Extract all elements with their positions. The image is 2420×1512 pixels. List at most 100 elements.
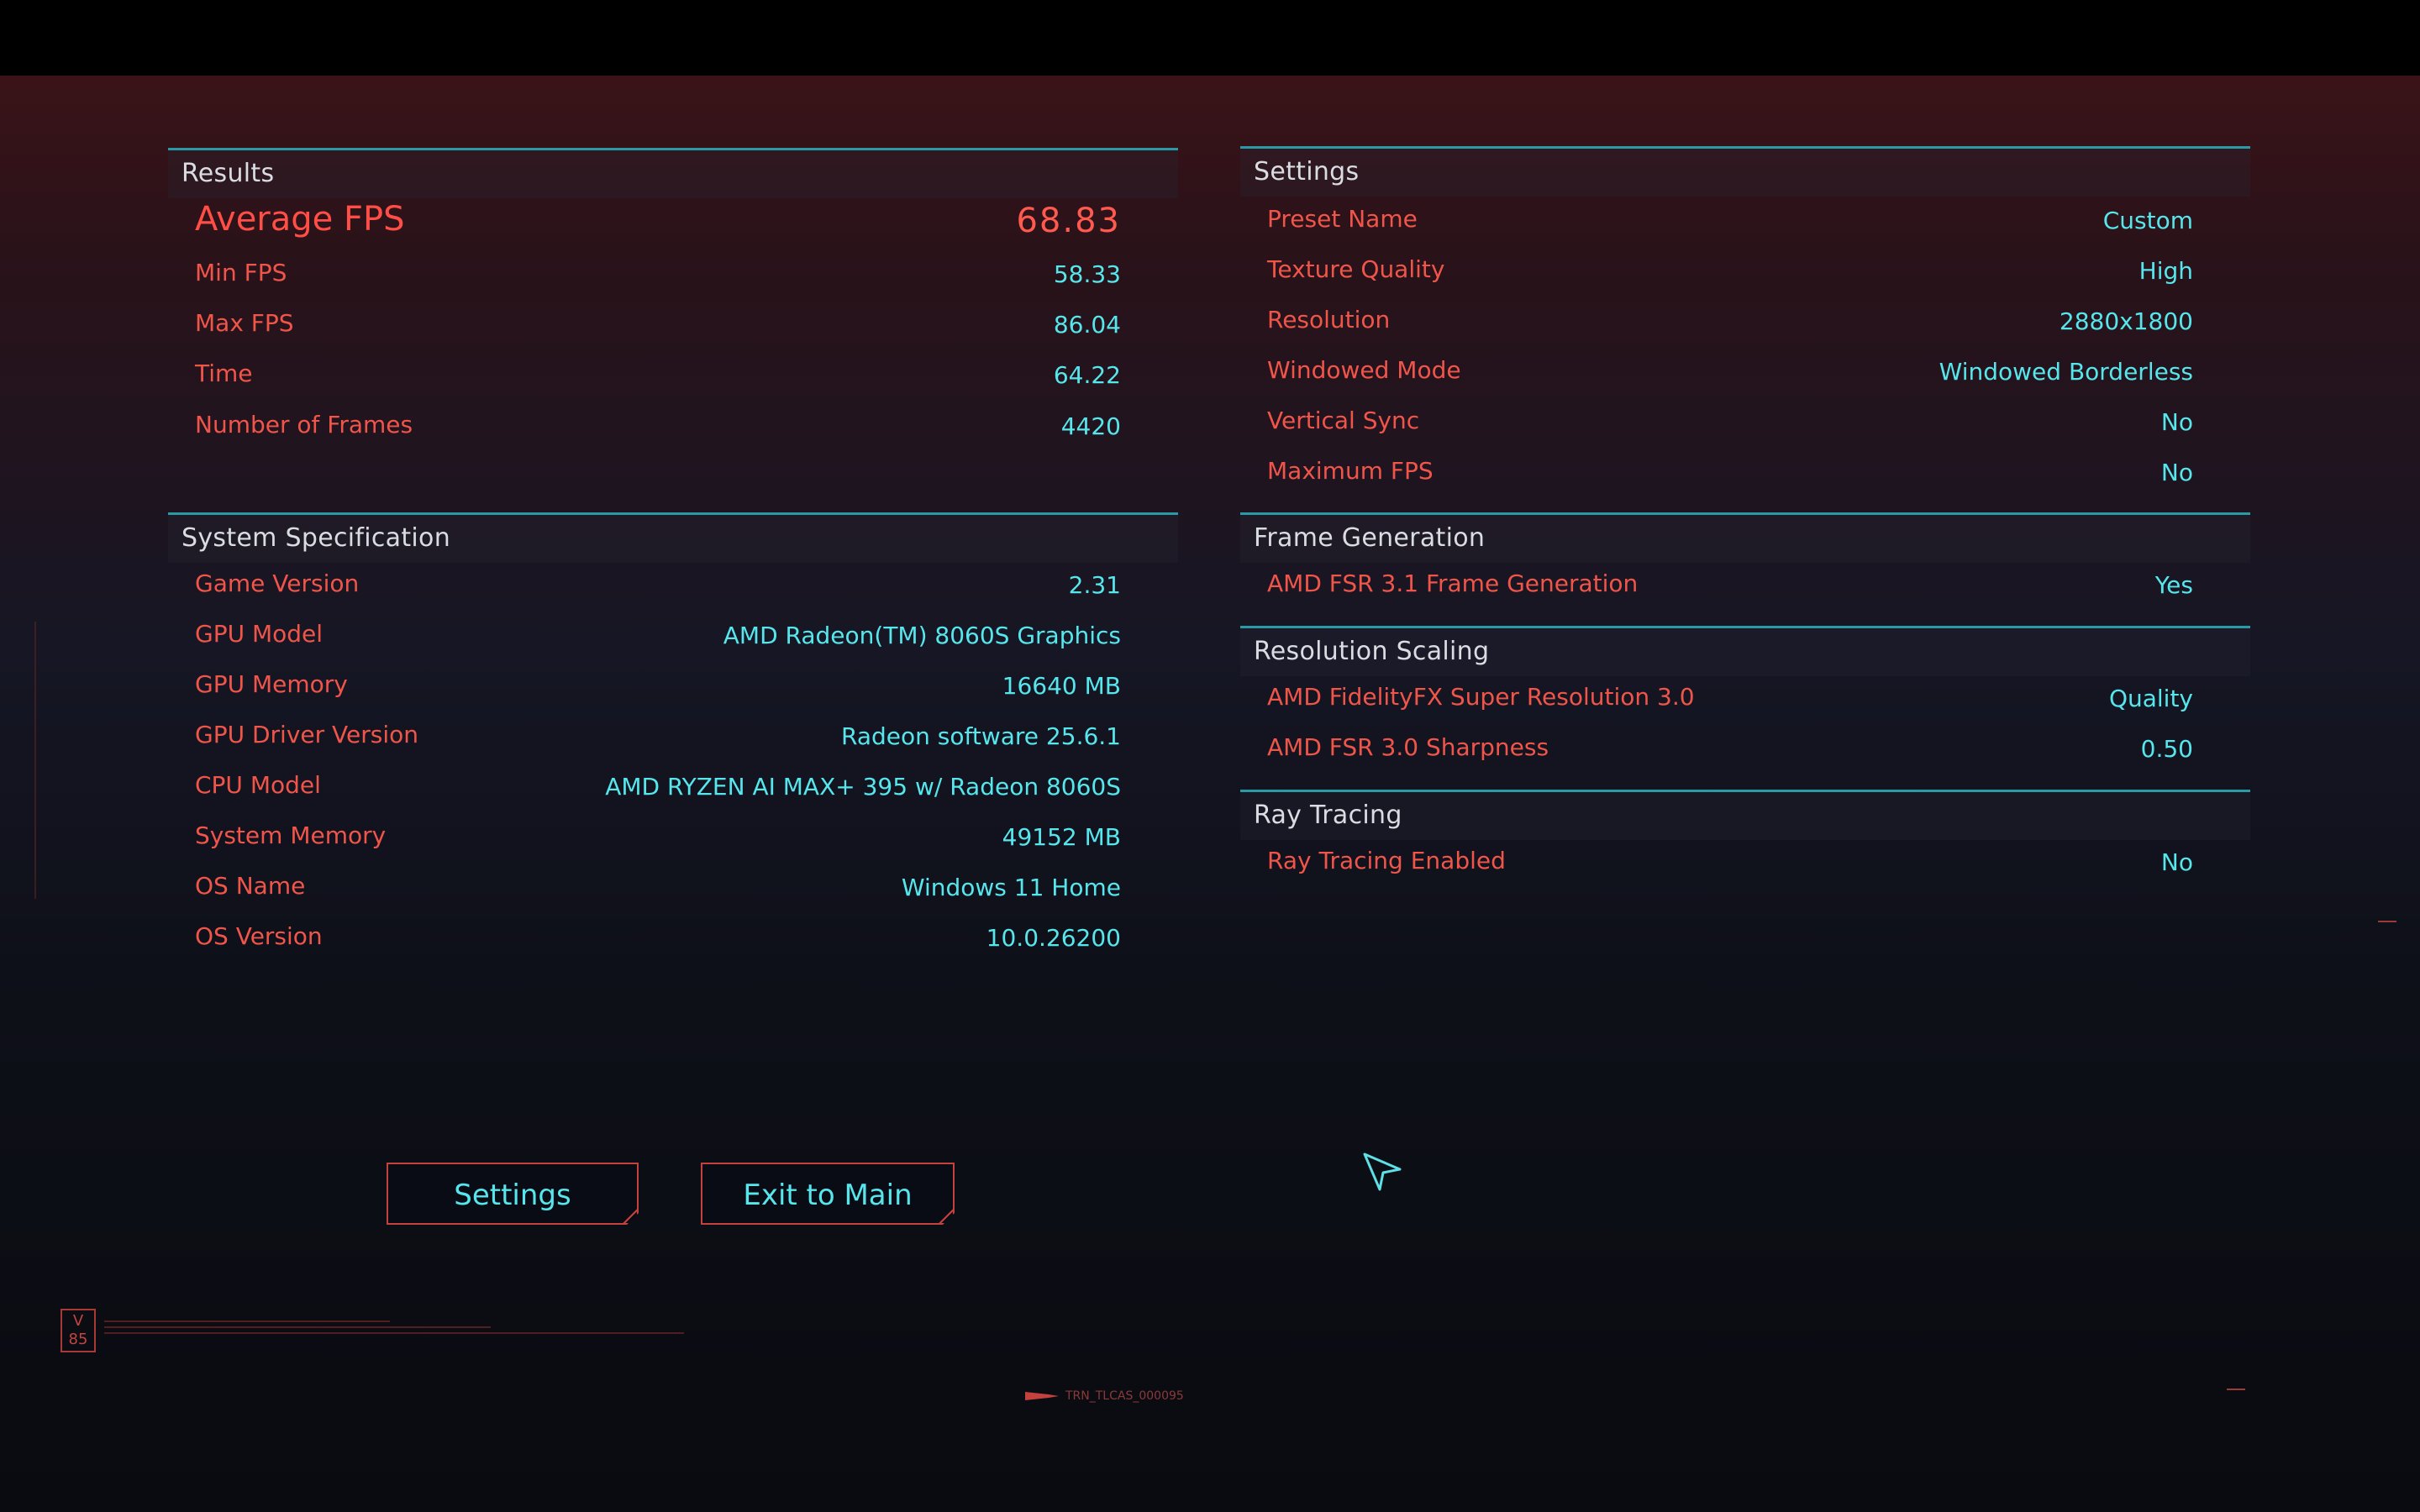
arrow-icon [1025, 1392, 1059, 1400]
resolution-scaling-row-label: AMD FSR 3.0 Sharpness [1267, 733, 1549, 761]
frame-generation-panel: Frame Generation AMD FSR 3.1 Frame Gener… [1240, 512, 2250, 622]
frame-generation-title: Frame Generation [1254, 523, 1486, 553]
settings-header: Settings [1240, 146, 2250, 197]
system-row-label: GPU Model [195, 620, 324, 648]
mouse-cursor-icon [1363, 1152, 1402, 1191]
system-row: Game Version 2.31 [168, 563, 1178, 613]
ray-tracing-title: Ray Tracing [1254, 801, 1402, 830]
system-row-label: CPU Model [195, 771, 321, 799]
system-row-value: 10.0.26200 [986, 924, 1121, 952]
average-fps-label: Average FPS [195, 200, 405, 239]
average-fps-value: 68.83 [1016, 202, 1121, 240]
settings-row-label: Maximum FPS [1267, 457, 1434, 485]
side-code-decoration [30, 622, 41, 899]
ray-tracing-row: Ray Tracing Enabled No [1240, 840, 2250, 890]
results-row-value: 58.33 [1053, 260, 1121, 288]
resolution-scaling-row: AMD FSR 3.0 Sharpness 0.50 [1240, 727, 2250, 777]
settings-row: Windowed Mode Windowed Borderless [1240, 349, 2250, 400]
system-row-label: GPU Memory [195, 670, 348, 698]
system-row-label: Game Version [195, 570, 360, 597]
resolution-scaling-row-value: 0.50 [2140, 735, 2193, 763]
settings-row-value: Windowed Borderless [1939, 358, 2193, 386]
settings-button[interactable]: Settings [387, 1163, 639, 1225]
corner-mark-icon [2227, 1383, 2245, 1393]
settings-row: Vertical Sync No [1240, 400, 2250, 450]
settings-row-value: 2880x1800 [2059, 307, 2193, 335]
settings-row-value: No [2160, 459, 2193, 486]
settings-row-value: High [2139, 257, 2193, 285]
settings-panel: Settings Preset Name Custom Texture Qual… [1240, 146, 2250, 516]
trn-code: TRN_TLCAS_000095 [1025, 1389, 1184, 1403]
system-row-value: Windows 11 Home [901, 874, 1121, 901]
resolution-scaling-row-value: Quality [2108, 685, 2193, 712]
system-row-label: OS Name [195, 872, 306, 900]
corner-mark-icon [2378, 916, 2396, 925]
ray-tracing-header: Ray Tracing [1240, 790, 2250, 840]
benchmark-results-screen: Results Average FPS 68.83 Min FPS 58.33 … [0, 76, 2420, 1512]
system-row: GPU Driver Version Radeon software 25.6.… [168, 714, 1178, 764]
version-badge: V 85 [60, 1309, 96, 1352]
system-spec-header: System Specification [168, 512, 1178, 563]
system-row: OS Version 10.0.26200 [168, 916, 1178, 966]
settings-row: Maximum FPS No [1240, 450, 2250, 501]
system-row-value: 2.31 [1068, 571, 1121, 599]
system-row-value: 16640 MB [1002, 672, 1121, 700]
results-row-label: Number of Frames [195, 411, 413, 438]
system-row-value: Radeon software 25.6.1 [841, 722, 1121, 750]
results-row: Time 64.22 [168, 353, 1178, 403]
system-row-value: AMD Radeon(TM) 8060S Graphics [723, 622, 1121, 649]
frame-generation-row-label: AMD FSR 3.1 Frame Generation [1267, 570, 1639, 597]
system-row: System Memory 49152 MB [168, 815, 1178, 865]
results-row-value: 64.22 [1053, 361, 1121, 389]
results-row-label: Min FPS [195, 259, 287, 286]
exit-to-main-menu-button[interactable]: Exit to Main Menu [701, 1163, 955, 1225]
results-row-value: 4420 [1060, 412, 1121, 440]
settings-row-label: Vertical Sync [1267, 407, 1420, 434]
settings-row-value: No [2160, 408, 2193, 436]
results-row-value: 86.04 [1053, 311, 1121, 339]
ray-tracing-row-value: No [2160, 848, 2193, 876]
system-spec-title: System Specification [182, 523, 451, 553]
settings-row: Texture Quality High [1240, 249, 2250, 299]
version-badge-line2: 85 [68, 1331, 88, 1348]
ray-tracing-row-label: Ray Tracing Enabled [1267, 847, 1506, 874]
average-fps-row: Average FPS 68.83 [168, 198, 1178, 249]
results-row-label: Time [195, 360, 253, 387]
trn-code-text: TRN_TLCAS_000095 [1065, 1389, 1184, 1403]
system-row-label: GPU Driver Version [195, 721, 418, 748]
results-row: Max FPS 86.04 [168, 302, 1178, 353]
settings-row: Preset Name Custom [1240, 198, 2250, 249]
frame-generation-header: Frame Generation [1240, 512, 2250, 563]
settings-row-label: Preset Name [1267, 205, 1418, 233]
resolution-scaling-header: Resolution Scaling [1240, 626, 2250, 676]
settings-row: Resolution 2880x1800 [1240, 299, 2250, 349]
settings-row-label: Texture Quality [1267, 255, 1445, 283]
fine-print-decoration [104, 1320, 692, 1334]
results-row-label: Max FPS [195, 309, 294, 337]
system-row-label: OS Version [195, 922, 323, 950]
settings-row-label: Resolution [1267, 306, 1391, 333]
system-row-value: AMD RYZEN AI MAX+ 395 w/ Radeon 8060S [605, 773, 1121, 801]
frame-generation-row: AMD FSR 3.1 Frame Generation Yes [1240, 563, 2250, 613]
system-row-value: 49152 MB [1002, 823, 1121, 851]
results-title: Results [182, 159, 275, 188]
settings-title: Settings [1254, 157, 1360, 186]
resolution-scaling-title: Resolution Scaling [1254, 637, 1490, 666]
settings-row-value: Custom [2102, 207, 2193, 234]
system-spec-panel: System Specification Game Version 2.31 G… [168, 512, 1178, 1050]
system-row: GPU Model AMD Radeon(TM) 8060S Graphics [168, 613, 1178, 664]
ray-tracing-panel: Ray Tracing Ray Tracing Enabled No [1240, 790, 2250, 899]
system-row: GPU Memory 16640 MB [168, 664, 1178, 714]
resolution-scaling-row: AMD FidelityFX Super Resolution 3.0 Qual… [1240, 676, 2250, 727]
results-row: Number of Frames 4420 [168, 404, 1178, 454]
resolution-scaling-panel: Resolution Scaling AMD FidelityFX Super … [1240, 626, 2250, 785]
results-panel: Results Average FPS 68.83 Min FPS 58.33 … [168, 148, 1178, 517]
version-badge-line1: V [72, 1312, 84, 1330]
results-header: Results [168, 148, 1178, 198]
settings-row-label: Windowed Mode [1267, 356, 1461, 384]
resolution-scaling-row-label: AMD FidelityFX Super Resolution 3.0 [1267, 683, 1695, 711]
results-row: Min FPS 58.33 [168, 252, 1178, 302]
frame-generation-row-value: Yes [2154, 571, 2193, 599]
system-row: OS Name Windows 11 Home [168, 865, 1178, 916]
system-row: CPU Model AMD RYZEN AI MAX+ 395 w/ Radeo… [168, 764, 1178, 815]
